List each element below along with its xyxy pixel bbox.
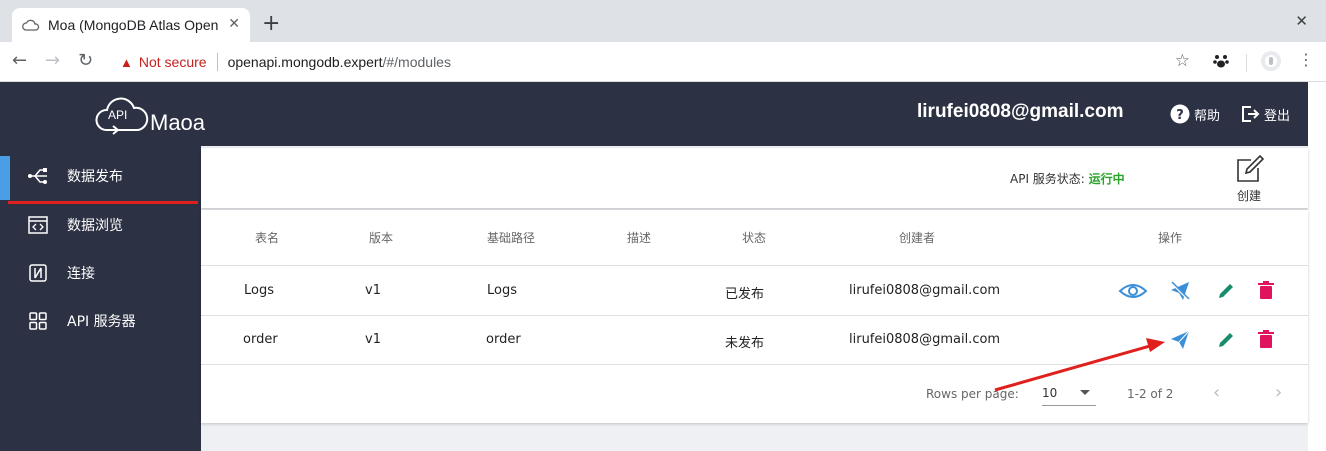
user-email: lirufei0808@gmail.com (917, 101, 1124, 122)
api-status: API 服务状态: 运行中 (1010, 170, 1125, 187)
app-header: API Maoa lirufei0808@gmail.com ? 帮助 登出 (0, 82, 1308, 146)
delete-icon[interactable] (1253, 279, 1279, 301)
publish-icon[interactable] (1167, 329, 1193, 351)
usb-publish-icon (27, 165, 49, 187)
profile-avatar-icon[interactable] (1260, 50, 1282, 76)
warning-triangle-icon: ▲ (120, 54, 133, 70)
cell-version: v1 (365, 332, 381, 347)
pagination-range: 1-2 of 2 (1127, 387, 1174, 401)
sidebar-item-api-server[interactable]: API 服务器 (0, 297, 201, 345)
app-logo-text: Maoa (150, 110, 206, 135)
url-host: openapi.mongodb.expert (227, 54, 383, 70)
grid-icon (27, 310, 49, 332)
row-divider (201, 364, 1308, 365)
help-circle-icon: ? (1170, 104, 1190, 124)
help-label: 帮助 (1194, 108, 1221, 124)
create-label: 创建 (1236, 189, 1261, 203)
column-header[interactable]: 创建者 (899, 229, 935, 246)
api-status-panel: API 服务状态: 运行中 创建 (201, 148, 1308, 208)
code-window-icon (27, 214, 49, 236)
create-button[interactable]: 创建 (1231, 154, 1267, 204)
rows-per-page-select[interactable]: 10 (1042, 378, 1096, 406)
column-header[interactable]: 基础路径 (487, 229, 535, 246)
prev-page-icon[interactable]: ‹ (1213, 382, 1220, 403)
bookmark-star-icon[interactable]: ☆ (1175, 51, 1190, 71)
next-page-icon[interactable]: › (1275, 382, 1282, 403)
extension-paw-icon[interactable] (1212, 52, 1230, 74)
row-divider (201, 315, 1308, 316)
view-icon[interactable] (1118, 280, 1148, 302)
url-path: /#/modules (382, 54, 451, 70)
new-tab-button[interactable]: + (262, 12, 280, 36)
cell-version: v1 (365, 283, 381, 298)
cloud-favicon-icon (22, 19, 40, 31)
cell-base-path: Logs (487, 283, 517, 298)
logout-button[interactable]: 登出 (1240, 104, 1290, 124)
logo-api-badge: API (108, 108, 128, 122)
cell-creator: lirufei0808@gmail.com (849, 283, 1001, 298)
reload-icon[interactable]: ↻ (78, 50, 93, 72)
create-edit-icon (1237, 154, 1265, 182)
cell-status: 已发布 (725, 287, 765, 302)
connection-icon (27, 262, 49, 284)
sidebar-item-data-publish[interactable]: 数据发布 (0, 152, 201, 200)
rows-per-page-value: 10 (1042, 386, 1058, 400)
api-status-label: API 服务状态: (1010, 172, 1085, 186)
sidebar-item-data-browse[interactable]: 数据浏览 (0, 201, 201, 249)
unpublish-icon[interactable] (1167, 280, 1193, 302)
cell-base-path: order (486, 332, 521, 347)
chevron-down-icon (1080, 390, 1090, 395)
help-button[interactable]: ? 帮助 (1170, 104, 1220, 124)
delete-icon[interactable] (1253, 328, 1279, 350)
cell-creator: lirufei0808@gmail.com (849, 332, 1001, 347)
tab-close-icon[interactable]: ✕ (228, 16, 240, 32)
not-secure-label[interactable]: Not secure (139, 54, 207, 70)
cell-name: Logs (244, 283, 274, 298)
column-header[interactable]: 表名 (255, 229, 279, 246)
sidebar-item-label: 数据浏览 (67, 218, 123, 234)
column-header[interactable]: 版本 (369, 229, 393, 246)
back-arrow-icon[interactable]: ← (12, 50, 27, 72)
browser-toolbar: ← → ↻ ▲ Not secure openapi.mongodb.exper… (0, 42, 1326, 82)
svg-text:?: ? (1176, 108, 1184, 123)
sidebar: 数据发布 数据浏览 连接 API 服务器 (0, 146, 201, 451)
sidebar-item-connection[interactable]: 连接 (0, 249, 201, 297)
sidebar-item-label: 连接 (67, 266, 95, 282)
toolbar-divider (1246, 54, 1247, 72)
window-close-icon[interactable]: ✕ (1295, 12, 1308, 30)
edit-icon[interactable] (1213, 280, 1239, 302)
logout-label: 登出 (1264, 108, 1291, 124)
omnibox-separator (216, 53, 218, 71)
browser-tab[interactable]: Moa (MongoDB Atlas Open ✕ (12, 8, 250, 42)
cell-name: order (243, 332, 278, 347)
browser-menu-icon[interactable]: ⋮ (1298, 50, 1314, 69)
rows-per-page-label: Rows per page: (926, 387, 1019, 401)
column-header[interactable]: 描述 (627, 229, 651, 246)
sidebar-item-label: API 服务器 (67, 314, 136, 330)
logout-icon (1242, 106, 1260, 122)
forward-arrow-icon[interactable]: → (45, 50, 60, 72)
annotation-underline (8, 201, 198, 204)
column-header[interactable]: 状态 (742, 229, 766, 246)
sidebar-item-label: 数据发布 (67, 169, 123, 185)
modules-table: 表名 版本 基础路径 描述 状态 创建者 操作 Logs v1 Logs 已发布… (201, 210, 1308, 423)
api-status-value: 运行中 (1088, 172, 1125, 186)
address-bar[interactable]: ▲ Not secure openapi.mongodb.expert /#/m… (108, 47, 1202, 77)
active-indicator (0, 156, 10, 200)
edit-icon[interactable] (1213, 329, 1239, 351)
tab-title: Moa (MongoDB Atlas Open (48, 17, 218, 33)
cell-status: 未发布 (725, 336, 765, 351)
browser-tab-strip: Moa (MongoDB Atlas Open ✕ + ✕ (0, 0, 1326, 42)
column-header: 操作 (1158, 231, 1183, 245)
header-divider (201, 265, 1308, 266)
